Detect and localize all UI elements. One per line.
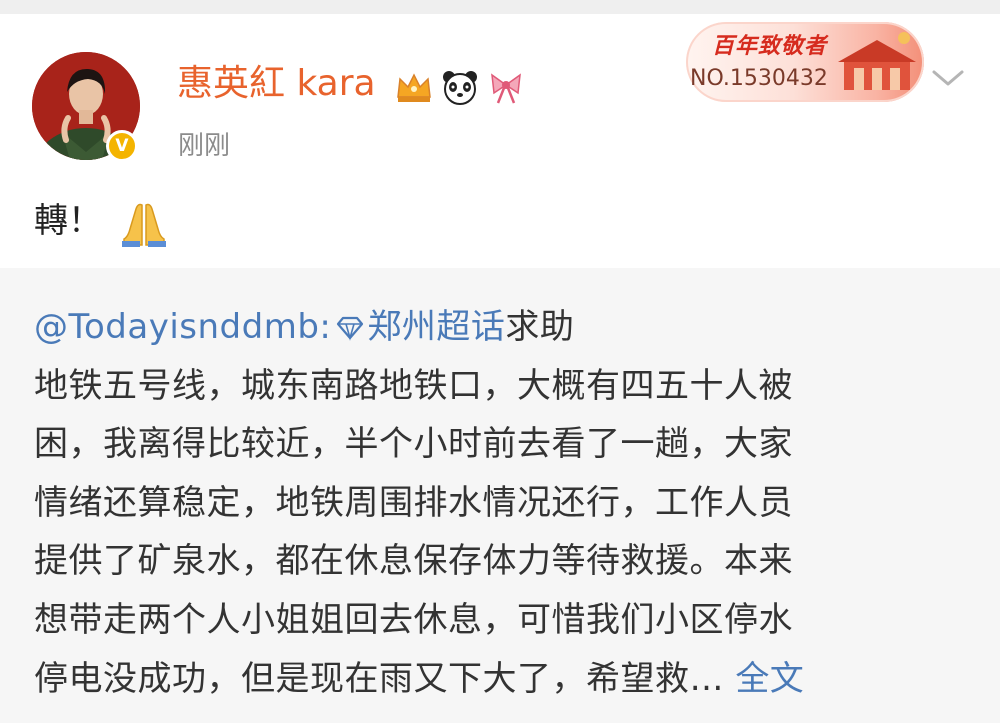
repost-line: 提供了矿泉水，都在休息保存体力等待救援。本来 (34, 541, 793, 582)
repost-first-line: @Todayisnddmb: 郑州超话求助 (34, 298, 974, 357)
diamond-icon (337, 316, 364, 341)
repost-last-line: 停电没成功，但是现在雨又下大了，希望救… 全文 (34, 650, 974, 709)
mention-link[interactable]: @Todayisnddmb: (34, 307, 331, 347)
repost-text: @Todayisnddmb: 郑州超话求助 地铁五号线，城东南路地铁口，大概有四五… (34, 298, 974, 708)
folded-hands-emoji (118, 199, 170, 247)
panda-badge-icon[interactable] (440, 67, 480, 107)
bow-badge-icon[interactable] (486, 67, 526, 107)
topic-link[interactable]: 郑州超话 (367, 307, 505, 347)
anniversary-number: NO.1530432 (690, 66, 828, 91)
repost-card[interactable]: @Todayisnddmb: 郑州超话求助 地铁五号线，城东南路地铁口，大概有四五… (0, 268, 1000, 723)
repost-line: 想带走两个人小姐姐回去休息，可惜我们小区停水 (34, 599, 793, 640)
repost-line: 停电没成功，但是现在雨又下大了，希望救… (34, 658, 736, 699)
crown-badge-icon[interactable] (394, 67, 434, 107)
username[interactable]: 惠英紅 kara (177, 62, 376, 106)
post-text: 轉！ (34, 201, 102, 241)
post-time: 刚刚 (178, 131, 231, 161)
user-badges (394, 66, 526, 108)
post-content: 轉！ (34, 196, 170, 247)
anniversary-badge[interactable]: 百年致敬者 NO.1530432 (686, 22, 924, 102)
read-more-link[interactable]: 全文 (735, 659, 804, 699)
top-divider (0, 0, 1000, 14)
verified-badge-icon: V (106, 130, 138, 162)
repost-line: 情绪还算稳定，地铁周围排水情况还行，工作人员 (34, 482, 793, 523)
gate-icon (838, 32, 916, 90)
anniversary-title: 百年致敬者 (712, 34, 828, 59)
repost-line: 地铁五号线，城东南路地铁口，大概有四五十人被 (34, 365, 793, 406)
repost-line: 求助 (505, 307, 575, 347)
chevron-down-icon[interactable] (930, 66, 966, 90)
repost-line: 困，我离得比较近，半个小时前去看了一趟，大家 (34, 424, 793, 465)
